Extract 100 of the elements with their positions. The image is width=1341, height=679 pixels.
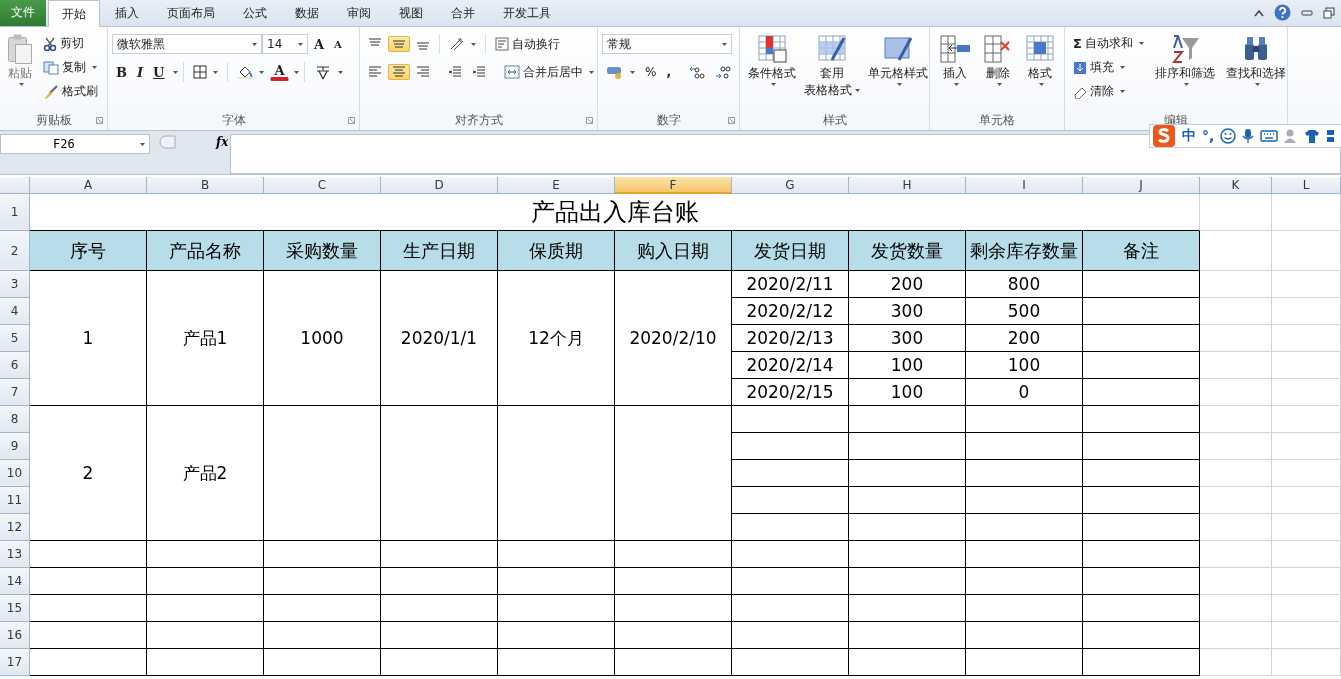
font-color-button[interactable]: A bbox=[270, 63, 289, 81]
copy-button[interactable]: 复制 bbox=[39, 57, 102, 78]
row-header[interactable]: 6 bbox=[0, 352, 30, 379]
percent-button[interactable]: % bbox=[641, 63, 661, 81]
dialog-launcher-icon bbox=[728, 116, 735, 124]
restore-icon bbox=[1323, 6, 1335, 19]
table-cell: 0 bbox=[966, 379, 1083, 406]
cut-button[interactable]: 剪切 bbox=[39, 33, 102, 54]
cell-styles-button[interactable]: 单元格样式 bbox=[864, 31, 932, 105]
table-cell: 2020/2/13 bbox=[732, 325, 849, 352]
ribbon-tab[interactable]: 数据 bbox=[282, 0, 332, 26]
row-header[interactable]: 12 bbox=[0, 514, 30, 541]
row-header[interactable]: 3 bbox=[0, 271, 30, 298]
merge-center-button[interactable]: 合并后居中 bbox=[500, 61, 598, 83]
row-header[interactable]: 15 bbox=[0, 595, 30, 622]
column-header[interactable]: J bbox=[1083, 177, 1200, 194]
vertical-align-button[interactable] bbox=[388, 36, 410, 52]
indent-icon bbox=[472, 66, 486, 78]
ribbon-tab[interactable]: 开始 bbox=[48, 0, 100, 27]
column-header[interactable]: H bbox=[849, 177, 966, 194]
table-header: 保质期 bbox=[498, 231, 615, 271]
punctuation-toggle[interactable]: °, bbox=[1202, 128, 1215, 144]
format-as-table-button[interactable]: 套用 表格格式 bbox=[803, 31, 861, 105]
conditional-formatting-button[interactable]: 条件格式 bbox=[744, 31, 800, 105]
wrap-text-button[interactable]: 自动换行 bbox=[491, 33, 564, 55]
insert-function-button[interactable]: fx bbox=[216, 135, 229, 149]
table-cell: 100 bbox=[849, 352, 966, 379]
caret-icon bbox=[1183, 83, 1189, 86]
comma-style-button[interactable]: , bbox=[662, 63, 675, 81]
column-header[interactable]: A bbox=[30, 177, 147, 194]
row-header[interactable]: 1 bbox=[0, 194, 30, 231]
find-select-button[interactable]: 查找和选择 bbox=[1221, 31, 1290, 105]
horizontal-align-button[interactable] bbox=[388, 64, 410, 80]
paint-bucket-icon bbox=[237, 65, 254, 79]
ribbon-tab[interactable]: 开发工具 bbox=[490, 0, 564, 26]
delete-cells-icon bbox=[983, 34, 1013, 64]
clear-button[interactable]: 清除 bbox=[1069, 81, 1148, 102]
ribbon-tab[interactable]: 公式 bbox=[230, 0, 280, 26]
sort-filter-button[interactable]: 排序和筛选 bbox=[1150, 31, 1219, 105]
clipboard-icon bbox=[8, 34, 32, 64]
row-header[interactable]: 8 bbox=[0, 406, 30, 433]
table-cell: 1000 bbox=[264, 271, 381, 406]
bold-button[interactable]: B bbox=[112, 62, 131, 82]
input-mode-toggle[interactable]: 中 bbox=[1182, 127, 1196, 145]
sort-funnel-icon bbox=[1169, 34, 1200, 64]
delete-cells-button[interactable]: 删除 bbox=[979, 31, 1017, 105]
ribbon-tab[interactable]: 页面布局 bbox=[154, 0, 228, 26]
caret-icon bbox=[213, 70, 219, 74]
column-header[interactable]: B bbox=[147, 177, 264, 194]
column-header[interactable]: F bbox=[615, 177, 732, 194]
ribbon-tab[interactable]: 审阅 bbox=[334, 0, 384, 26]
table-cell: 300 bbox=[849, 298, 966, 325]
paste-button[interactable]: 粘贴 bbox=[4, 31, 36, 105]
table-header: 发货日期 bbox=[732, 231, 849, 271]
font-name-dropdown[interactable]: 微软雅黑 bbox=[112, 34, 262, 54]
caret-icon bbox=[19, 83, 24, 86]
ribbon-tab[interactable]: 合并 bbox=[438, 0, 488, 26]
merge-cells-icon bbox=[504, 65, 520, 79]
format-cells-button[interactable]: 格式 bbox=[1021, 31, 1060, 105]
row-header[interactable]: 16 bbox=[0, 622, 30, 649]
table-cell: 200 bbox=[966, 325, 1083, 352]
format-painter-button[interactable]: 格式刷 bbox=[39, 81, 102, 102]
column-header[interactable]: G bbox=[732, 177, 849, 194]
row-header[interactable]: 5 bbox=[0, 325, 30, 352]
italic-button[interactable]: I bbox=[133, 62, 148, 82]
column-header[interactable]: L bbox=[1272, 177, 1341, 194]
font-size-dropdown[interactable]: 14 bbox=[262, 34, 308, 54]
column-header[interactable]: I bbox=[966, 177, 1083, 194]
name-box[interactable]: F26 bbox=[0, 134, 150, 154]
caret-icon bbox=[897, 83, 902, 86]
row-header[interactable]: 7 bbox=[0, 379, 30, 406]
row-header[interactable]: 13 bbox=[0, 541, 30, 568]
fill-button[interactable]: 填充 bbox=[1069, 57, 1148, 78]
underline-button[interactable]: U bbox=[149, 62, 169, 82]
grow-font-button[interactable]: A bbox=[310, 34, 329, 54]
row-header[interactable]: 17 bbox=[0, 649, 30, 676]
table-cell: 200 bbox=[849, 271, 966, 298]
align-icon bbox=[368, 66, 382, 78]
file-menu-tab[interactable]: 文件 bbox=[0, 0, 46, 26]
row-header[interactable]: 4 bbox=[0, 298, 30, 325]
shrink-font-button[interactable]: A bbox=[330, 36, 346, 52]
group-label: 剪贴板 bbox=[35, 111, 72, 129]
column-header[interactable]: K bbox=[1200, 177, 1272, 194]
column-header[interactable]: C bbox=[264, 177, 381, 194]
ribbon-tab[interactable]: 视图 bbox=[386, 0, 436, 26]
row-header[interactable]: 11 bbox=[0, 487, 30, 514]
row-header[interactable]: 14 bbox=[0, 568, 30, 595]
row-header[interactable]: 2 bbox=[0, 231, 30, 271]
row-header[interactable]: 10 bbox=[0, 460, 30, 487]
number-format-dropdown[interactable]: 常规 bbox=[602, 34, 732, 54]
autosum-button[interactable]: Σ 自动求和 bbox=[1069, 33, 1148, 54]
ribbon-tab[interactable]: 插入 bbox=[102, 0, 152, 26]
row-header[interactable]: 9 bbox=[0, 433, 30, 460]
copy-icon bbox=[43, 60, 59, 75]
scissors-icon bbox=[43, 36, 57, 51]
insert-cells-button[interactable]: 插入 bbox=[934, 31, 975, 105]
table-header: 发货数量 bbox=[849, 231, 966, 271]
table-header: 序号 bbox=[30, 231, 147, 271]
column-header[interactable]: D bbox=[381, 177, 498, 194]
column-header[interactable]: E bbox=[498, 177, 615, 194]
